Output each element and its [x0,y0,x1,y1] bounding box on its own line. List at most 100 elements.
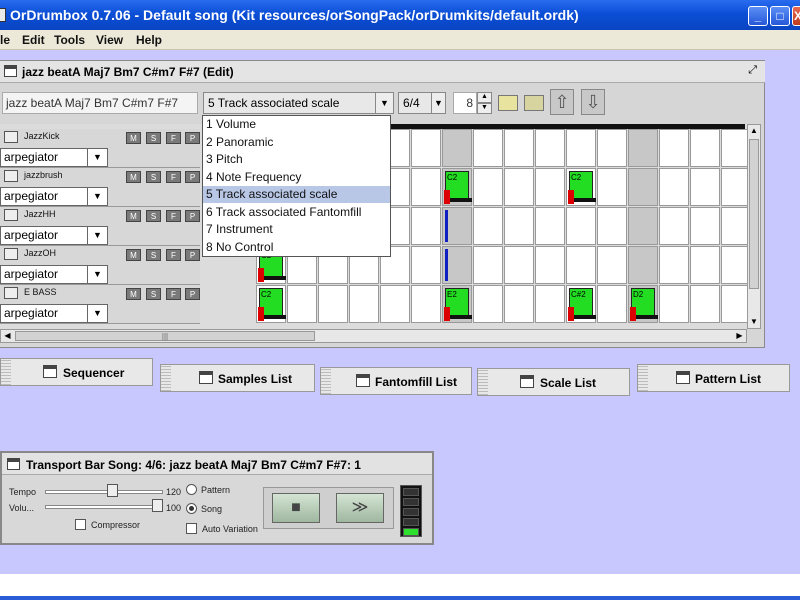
step-cell[interactable] [380,285,410,323]
fantomfill-list-button[interactable]: Fantomfill List [320,367,472,395]
fill-button[interactable]: F [166,132,181,144]
tempo-slider-knob[interactable] [107,484,118,497]
folder-save-icon[interactable] [524,95,544,111]
pattern-radio[interactable] [186,484,197,495]
fill-button[interactable]: F [166,249,181,261]
step-cell[interactable] [535,246,565,284]
tempo-slider[interactable] [45,490,163,494]
dropdown-option[interactable]: 3 Pitch [203,151,390,168]
vertical-scrollbar[interactable]: ▲ ▼ [747,124,761,329]
solo-button[interactable]: S [146,249,161,261]
move-down-arrow-icon[interactable]: ⇩ [581,89,605,115]
drag-handle[interactable] [161,365,171,391]
compressor-checkbox[interactable] [75,519,86,530]
step-cell[interactable] [659,207,689,245]
step-cell[interactable] [411,129,441,167]
step-cell[interactable] [597,285,627,323]
step-cell[interactable] [473,246,503,284]
volume-slider[interactable] [45,505,163,509]
pitch-button[interactable]: P [185,288,200,300]
time-signature-combo[interactable]: 6/4 ▼ [398,92,446,114]
step-cell[interactable] [659,168,689,206]
horizontal-scroll-thumb[interactable]: ||| [15,331,315,341]
note-block[interactable]: C#2 [568,288,596,321]
track-mode-combo[interactable]: arpegiator ▼ [0,226,108,245]
save-icon[interactable] [4,170,18,182]
step-cell[interactable] [690,246,720,284]
drag-handle[interactable] [478,369,488,395]
step-cell[interactable] [690,129,720,167]
step-cell[interactable]: D2 [628,285,658,323]
drag-handle[interactable] [321,368,331,394]
menu-edit[interactable]: Edit [22,33,45,47]
save-icon[interactable] [4,248,18,260]
step-cell[interactable] [628,207,658,245]
dropdown-option[interactable]: 7 Instrument [203,221,390,238]
scroll-down-icon[interactable]: ▼ [748,316,760,328]
dropdown-option-selected[interactable]: 5 Track associated scale [203,186,390,203]
track-mode-combo[interactable]: arpegiator ▼ [0,304,108,323]
step-cell[interactable] [504,168,534,206]
step-cell[interactable] [597,168,627,206]
save-icon[interactable] [4,209,18,221]
scroll-left-icon[interactable]: ◀ [1,330,14,342]
volume-slider-knob[interactable] [152,499,163,512]
step-cell[interactable] [411,285,441,323]
step-cell[interactable] [628,129,658,167]
step-cell[interactable] [442,246,472,284]
fill-button[interactable]: F [166,288,181,300]
solo-button[interactable]: S [146,171,161,183]
steps-field[interactable]: 8 [453,92,477,114]
pitch-button[interactable]: P [185,171,200,183]
step-cell[interactable] [628,168,658,206]
scale-list-button[interactable]: Scale List [477,368,630,396]
chevron-down-icon[interactable]: ▼ [87,149,107,166]
step-cell[interactable] [597,246,627,284]
step-cell[interactable] [690,285,720,323]
mute-button[interactable]: M [126,288,141,300]
note-block[interactable]: C2 [444,171,472,204]
step-cell[interactable] [628,246,658,284]
save-icon[interactable] [4,287,18,299]
step-cell[interactable]: C2 [442,168,472,206]
step-cell[interactable] [411,246,441,284]
step-cell[interactable] [659,285,689,323]
step-cell[interactable] [318,285,348,323]
note-block[interactable]: D2 [630,288,658,321]
song-radio[interactable] [186,503,197,514]
spinner-up-button[interactable]: ▲ [477,92,492,103]
step-cell[interactable] [504,207,534,245]
track-mode-combo[interactable]: arpegiator ▼ [0,265,108,284]
step-cell[interactable] [690,168,720,206]
step-cell[interactable] [597,129,627,167]
scroll-right-icon[interactable]: ▶ [733,330,746,342]
move-up-arrow-icon[interactable]: ⇧ [550,89,574,115]
step-cell[interactable] [473,285,503,323]
dropdown-option[interactable]: 2 Panoramic [203,134,390,151]
chevron-down-icon[interactable]: ▼ [87,227,107,244]
step-cell[interactable] [473,129,503,167]
dropdown-option[interactable]: 6 Track associated Fantomfill [203,204,390,221]
step-cell[interactable] [566,129,596,167]
chevron-down-icon[interactable]: ▼ [375,93,393,113]
mute-button[interactable]: M [126,132,141,144]
note-block[interactable]: E2 [444,288,472,321]
pitch-button[interactable]: P [185,210,200,222]
dropdown-option[interactable]: 1 Volume [203,116,390,133]
note-block[interactable]: C2 [258,288,286,321]
solo-button[interactable]: S [146,132,161,144]
step-cell[interactable] [411,207,441,245]
step-cell[interactable] [659,129,689,167]
frame-maximize-icon[interactable]: ⤢ [748,64,757,77]
solo-button[interactable]: S [146,288,161,300]
pitch-button[interactable]: P [185,249,200,261]
step-cell[interactable] [442,207,472,245]
control-combo[interactable]: 5 Track associated scale ▼ [203,92,394,114]
menu-file[interactable]: le [0,33,10,47]
dropdown-option[interactable]: 4 Note Frequency [203,169,390,186]
step-cell[interactable] [442,129,472,167]
pitch-button[interactable]: P [185,132,200,144]
step-cell[interactable]: C2 [256,285,286,323]
scroll-up-icon[interactable]: ▲ [748,125,760,137]
menu-view[interactable]: View [96,33,123,47]
